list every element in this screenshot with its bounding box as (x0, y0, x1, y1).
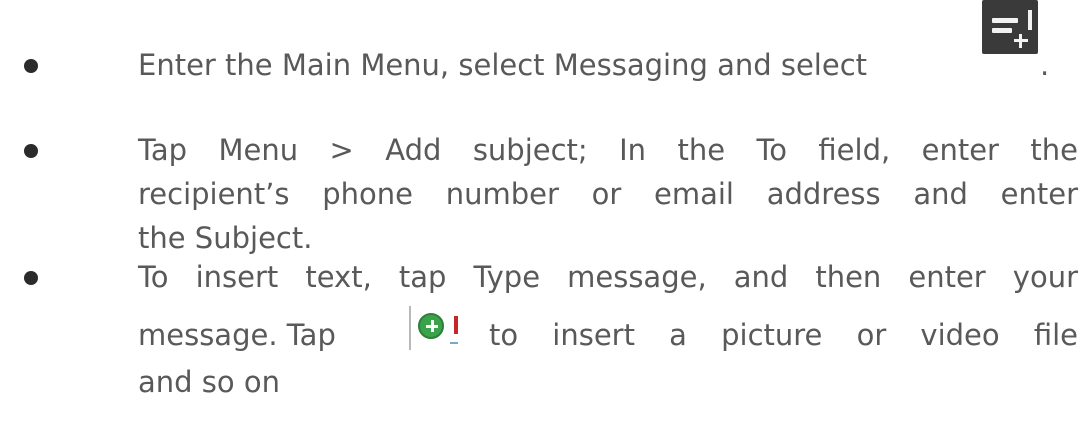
instruction-2-line-3: the Subject. (138, 221, 313, 255)
bullet-2 (24, 144, 38, 158)
instruction-2-line-2: recipient’s phone number or email addres… (138, 177, 1078, 211)
bullet-3 (24, 271, 38, 285)
bullet-1 (24, 59, 38, 73)
instruction-1-text: Enter the Main Menu, select Messaging an… (138, 48, 868, 82)
instruction-1-period: . (1040, 48, 1050, 82)
instruction-2-line-1: Tap Menu > Add subject; In the To field,… (138, 133, 1078, 167)
instruction-1-line-1: Enter the Main Menu, select Messaging an… (138, 43, 1078, 87)
instruction-3-line-2a: message. Tap (138, 318, 336, 352)
instruction-3-line-2b: to insert a picture or video file (489, 318, 1078, 352)
attach-plus-icon (409, 300, 465, 356)
instruction-3-line-3: and so on (138, 365, 280, 399)
compose-message-icon (982, 0, 1038, 54)
instruction-3-line-1: To insert text, tap Type message, and th… (138, 260, 1078, 294)
